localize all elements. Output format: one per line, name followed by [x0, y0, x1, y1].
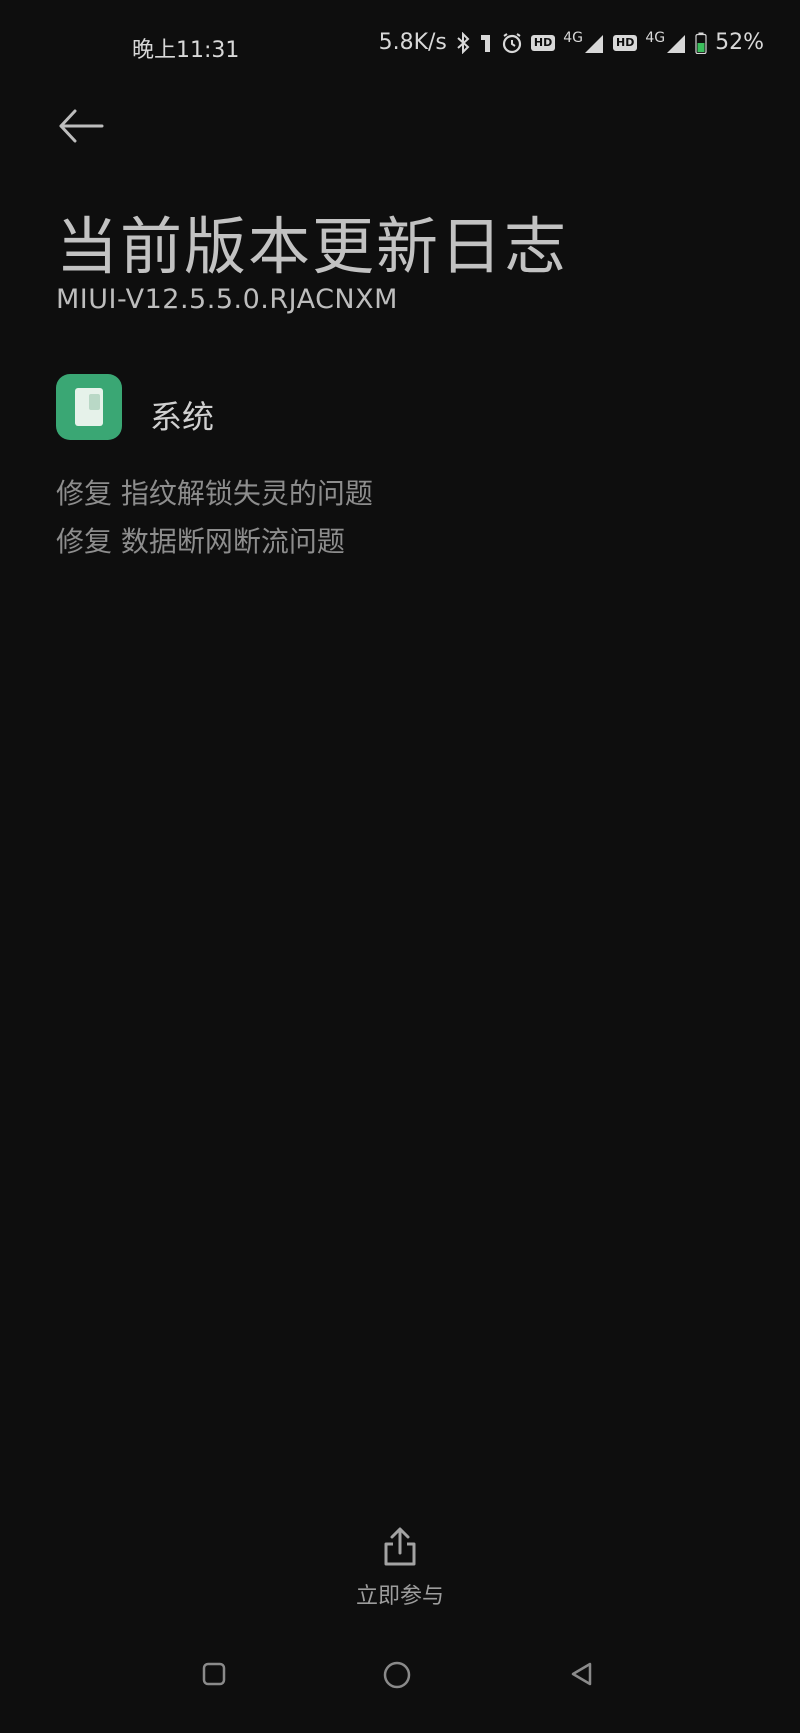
section-title: 系统	[150, 398, 215, 436]
signal-icon	[667, 34, 686, 53]
hd-icon: HD	[530, 34, 556, 51]
alarm-icon	[502, 32, 521, 53]
status-time: 晚上11:31	[132, 38, 240, 63]
back-icon	[571, 1662, 592, 1686]
battery-icon	[695, 32, 707, 54]
key-icon	[480, 34, 490, 52]
signal-icon	[584, 34, 603, 53]
hd-icon: HD	[612, 34, 638, 51]
changelog-item: 修复 指纹解锁失灵的问题	[56, 477, 373, 510]
sim1-signal: 4G	[563, 31, 605, 55]
changelog-list: 修复 指纹解锁失灵的问题 修复 数据断网断流问题	[56, 470, 373, 566]
navigation-bar	[0, 1660, 800, 1710]
battery-percent: 52%	[715, 30, 764, 55]
home-icon	[383, 1661, 411, 1689]
share-icon	[384, 1527, 416, 1566]
update-log-screen: 晚上11:31 5.8K/s HD 4G HD 4G 52% 当前版本更新日志 …	[0, 0, 800, 1733]
back-button[interactable]	[58, 106, 104, 146]
back-arrow-icon	[59, 109, 104, 143]
participate-button[interactable]: 立即参与	[340, 1526, 460, 1616]
changelog-item: 修复 数据断网断流问题	[56, 525, 345, 558]
recents-button[interactable]	[200, 1660, 228, 1692]
recents-icon	[202, 1662, 226, 1686]
sim2-type: 4G	[645, 29, 666, 46]
sim1-type: 4G	[563, 29, 583, 46]
page-title: 当前版本更新日志	[56, 210, 569, 283]
sim2-signal: 4G	[645, 31, 687, 55]
nav-back-button[interactable]	[568, 1660, 596, 1692]
status-bar: 晚上11:31 5.8K/s HD 4G HD 4G 52%	[0, 26, 800, 66]
participate-label: 立即参与	[355, 1584, 444, 1609]
bluetooth-icon	[457, 31, 470, 54]
network-speed: 5.8K/s	[378, 30, 447, 55]
version-label: MIUI-V12.5.5.0.RJACNXM	[56, 284, 398, 315]
system-app-icon	[56, 374, 122, 440]
status-icons: 5.8K/s HD 4G HD 4G 52%	[379, 30, 764, 55]
home-button[interactable]	[382, 1660, 412, 1694]
